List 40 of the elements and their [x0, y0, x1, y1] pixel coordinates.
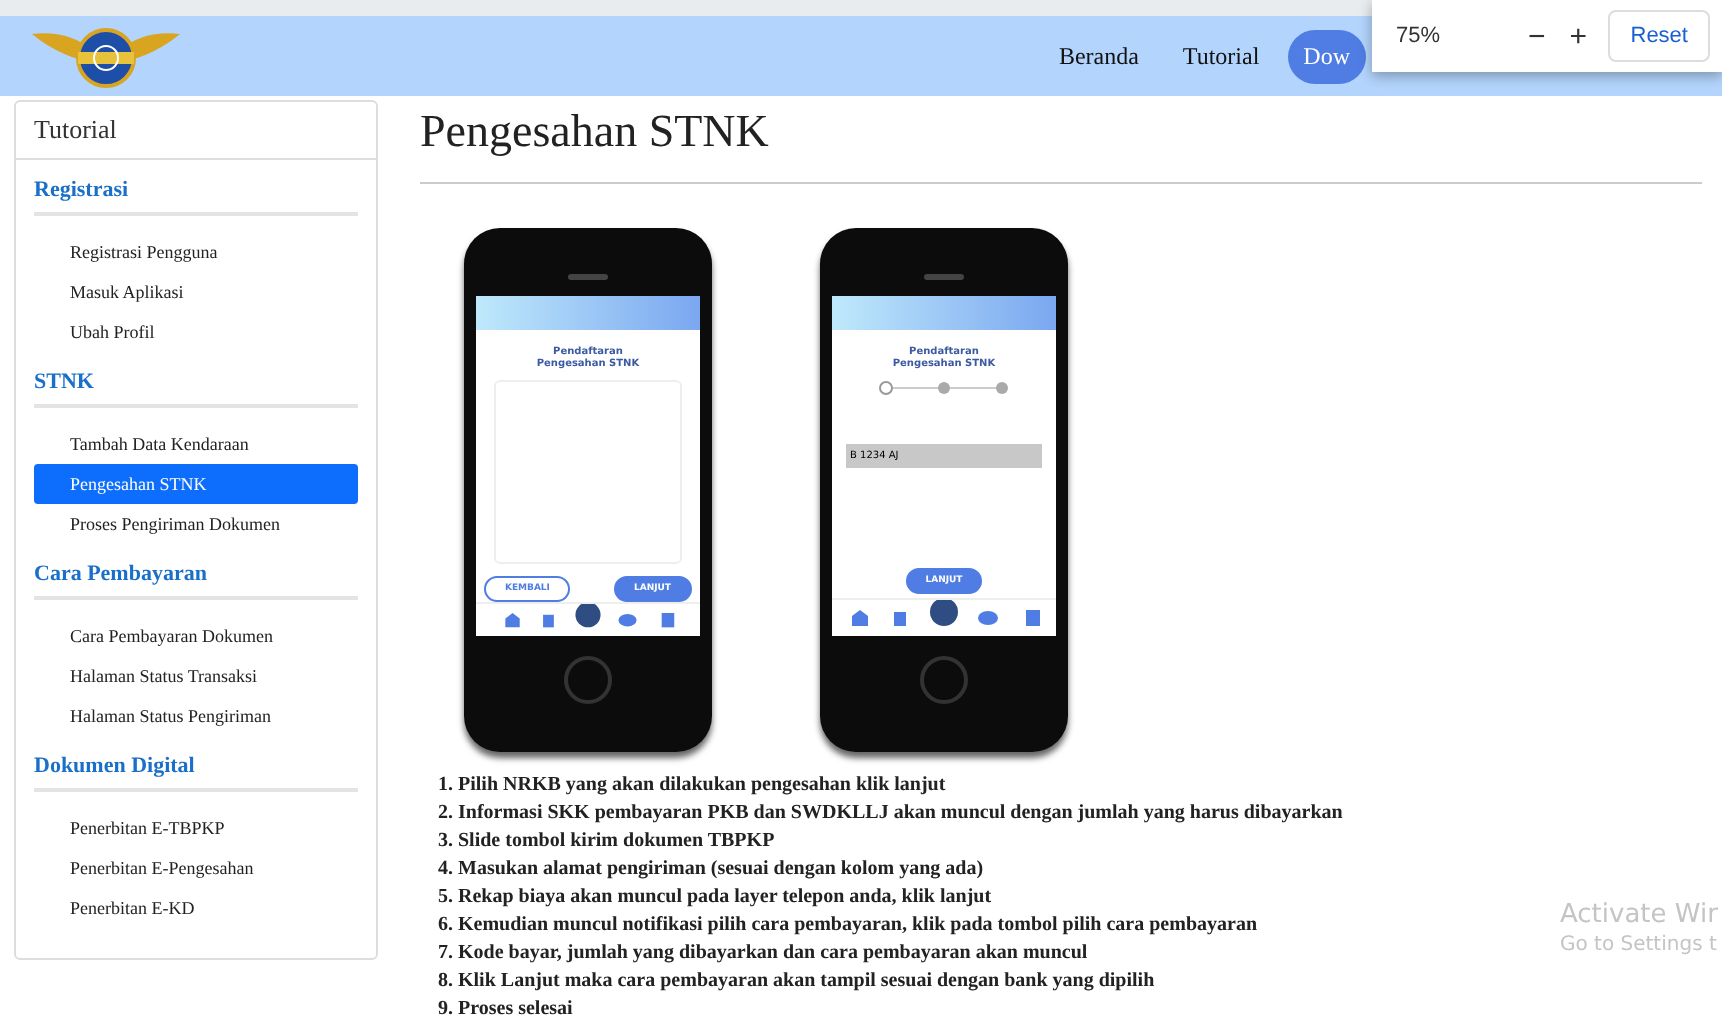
sidebar-item[interactable]: Cara Pembayaran Dokumen	[34, 616, 358, 656]
zoom-in-button[interactable]: +	[1557, 19, 1600, 53]
sidebar-item[interactable]: Penerbitan E-TBPKP	[34, 808, 358, 848]
nav-link[interactable]: Tutorial	[1166, 33, 1276, 79]
page-title: Pengesahan STNK	[420, 106, 771, 158]
home-button-icon	[564, 656, 612, 704]
zoom-out-button[interactable]: −	[1516, 19, 1558, 53]
section-heading: Cara Pembayaran	[32, 560, 209, 586]
step-text: 9. Proses selesai	[438, 996, 573, 1024]
sidebar-item[interactable]: Ubah Profil	[34, 312, 358, 352]
sidebar-item[interactable]: Halaman Status Pengiriman	[34, 696, 358, 736]
step-text: 1. Pilih NRKB yang akan dilakukan pengesahan klik lanjut	[438, 772, 946, 800]
zoom-level: 75%	[1396, 24, 1443, 48]
sidebar-item[interactable]: Tambah Data Kendaraan	[34, 424, 358, 464]
step-text: 6. Kemudian muncul notifikasi pilih cara pembayaran, klik pada tombol pilih cara pembayaran	[438, 912, 1258, 940]
sidebar-title: Tutorial	[16, 102, 376, 160]
activation-subtitle: Go to Settings t	[1560, 934, 1718, 956]
section-heading: Registrasi	[32, 176, 131, 202]
sidebar-item[interactable]: Registrasi Pengguna	[34, 232, 358, 272]
sidebar-item[interactable]: Masuk Aplikasi	[34, 272, 358, 312]
reset-button[interactable]: Reset	[1608, 10, 1710, 62]
sidebar-item[interactable]: Pengesahan STNK	[34, 464, 358, 504]
home-button-icon	[920, 656, 968, 704]
step-text: 4. Masukan alamat pengiriman (sesuai dengan kolom yang ada)	[438, 856, 984, 884]
nav-link[interactable]: Beranda	[1042, 33, 1155, 79]
step-text: 8. Klik Lanjut maka cara pembayaran akan tampil sesuai dengan bank yang dipilih	[438, 968, 1155, 996]
stepper-drawing	[874, 380, 1014, 396]
eagle-emblem-logo[interactable]	[28, 22, 184, 90]
section-heading: Dokumen Digital	[32, 752, 197, 778]
sidebar-item[interactable]: Halaman Status Transaksi	[34, 656, 358, 696]
step-text: 5. Rekap biaya akan muncul pada layer telepon anda, klik lanjut	[438, 884, 992, 912]
activation-title: Activate Wir	[1560, 900, 1718, 930]
sidebar-item[interactable]: Penerbitan E-Pengesahan	[34, 848, 358, 888]
download-button[interactable]: Dow	[1287, 29, 1366, 83]
sidebar-item[interactable]: Penerbitan E-KD	[34, 888, 358, 928]
sidebar-item[interactable]: Proses Pengiriman Dokumen	[34, 504, 358, 544]
step-text: 7. Kode bayar, jumlah yang dibayarkan dan cara pembayaran akan muncul	[438, 940, 1088, 968]
step-text: 2. Informasi SKK pembayaran PKB dan SWDKLLJ akan muncul dengan jumlah yang harus dibayarkan	[438, 800, 1343, 828]
step-text: 3. Slide tombol kirim dokumen TBPKP	[438, 828, 775, 856]
section-heading: STNK	[32, 368, 96, 394]
